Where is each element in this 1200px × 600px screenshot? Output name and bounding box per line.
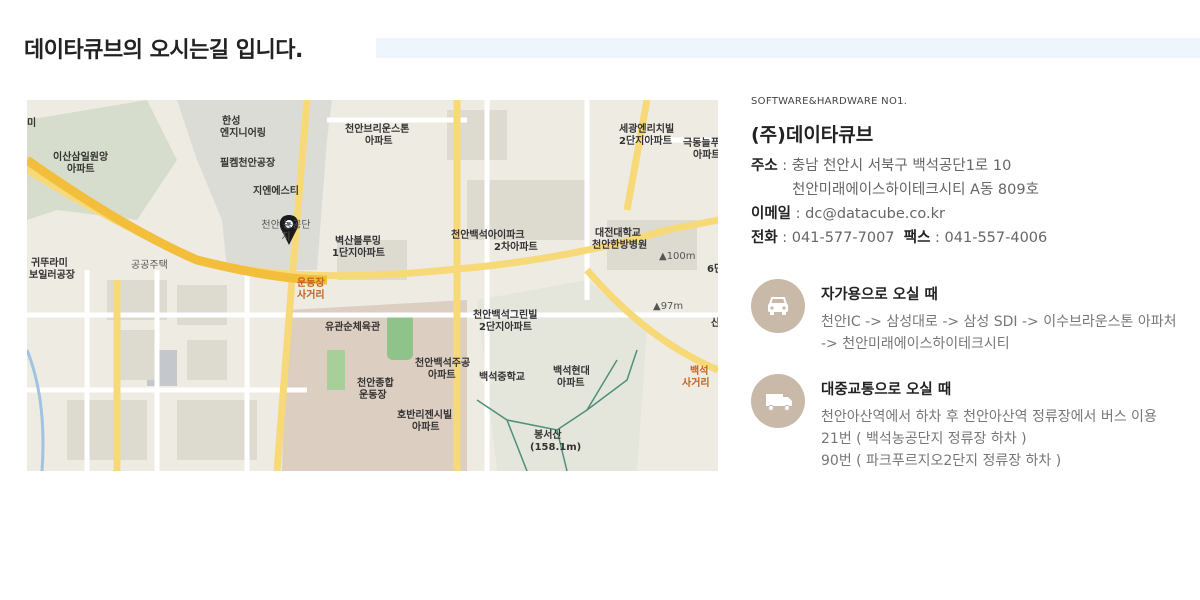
map-graphic xyxy=(27,100,718,471)
map-label: 2차아파트 xyxy=(494,242,538,253)
map-label: 보일러공장 xyxy=(29,270,75,281)
separator: : xyxy=(791,206,806,222)
map-label: 사거리 xyxy=(682,378,710,389)
map-label: 백석 xyxy=(690,366,709,377)
map-label: 2단지아파트 xyxy=(619,136,672,147)
map-label: 아파트 xyxy=(693,150,718,161)
transit-route-line: 21번 ( 백석농공단지 정류장 하차 ) xyxy=(821,431,1027,447)
car-directions-title: 자가용으로 오실 때 xyxy=(821,287,938,303)
fax-number: 041-557-4006 xyxy=(944,230,1048,246)
title-decoration-bar xyxy=(376,38,1200,58)
company-info: SOFTWARE&HARDWARE NO1. (주)데이타큐브 주소 : 충남 … xyxy=(751,96,1191,250)
map-label: 아파트 xyxy=(557,378,585,389)
map-label: 천안백석주공 xyxy=(415,358,471,369)
map-label: 귀뚜라미 xyxy=(31,258,68,269)
email-link[interactable]: dc@datacube.co.kr xyxy=(805,206,945,222)
address-label: 주소 xyxy=(751,158,778,174)
email-label: 이메일 xyxy=(751,206,792,222)
map-label: 극동늘푸른 xyxy=(683,138,718,149)
map-label: 대전대학교 xyxy=(595,228,641,239)
email-row: 이메일 : dc@datacube.co.kr xyxy=(751,202,1191,226)
map-label: 천안 농공단지 xyxy=(261,220,311,243)
map-label: 아파트 xyxy=(428,370,456,381)
map-label: 6단 xyxy=(707,264,718,275)
map-label: (158.1m) xyxy=(530,442,582,453)
transit-route-line: 90번 ( 파크푸르지오2단지 정류장 하차 ) xyxy=(821,453,1062,469)
tagline: SOFTWARE&HARDWARE NO1. xyxy=(751,96,908,107)
map-label: 2단지아파트 xyxy=(479,322,532,333)
separator: : xyxy=(777,158,792,174)
map-label: 봉서산 xyxy=(534,430,562,441)
map-label: 엔지니어링 xyxy=(220,128,266,139)
map-label: ▲97m xyxy=(653,301,684,312)
map-label: 운동장 xyxy=(297,278,325,289)
contact-row: 전화 : 041-577-7007 팩스 : 041-557-4006 xyxy=(751,226,1191,250)
map-label: 벽산블루밍 xyxy=(335,236,381,247)
map-label: 유관순체육관 xyxy=(325,322,381,333)
transit-route-line: 천안아산역에서 하차 후 천안아산역 정류장에서 버스 이용 xyxy=(821,409,1157,425)
bus-icon xyxy=(751,374,805,428)
map-label: 운동장 xyxy=(359,390,387,401)
phone-number: 041-577-7007 xyxy=(791,230,895,246)
separator: : xyxy=(930,230,945,246)
map-label: 천안백석아이파크 xyxy=(451,230,525,241)
phone-label: 전화 xyxy=(751,230,778,246)
map-label: 세광엔리치빌 xyxy=(619,124,675,135)
map-label: 호반리젠시빌 xyxy=(397,410,453,421)
map-label: 아파트 xyxy=(365,136,393,147)
address-line2: 천안미래에이스하이테크시티 A동 809호 xyxy=(792,182,1039,198)
separator: : xyxy=(777,230,792,246)
map-label: 백석현대 xyxy=(553,366,590,377)
map-label: 이산삼일원앙 xyxy=(53,152,109,163)
map-label: 1단지아파트 xyxy=(332,248,385,259)
map-label: 천안브리운스톤 xyxy=(345,124,410,135)
map-label: 필켐천안공장 xyxy=(220,158,276,169)
map-label: 아파트 xyxy=(67,164,95,175)
page-title: 데이타큐브의 오시는길 입니다. xyxy=(24,38,303,63)
map-label: 미 xyxy=(27,118,37,129)
map-label: 백석중학교 xyxy=(479,372,525,383)
map-label: 천안한방병원 xyxy=(592,240,648,251)
car-icon xyxy=(751,279,805,333)
map-label: 천안백석그린빌 xyxy=(473,310,538,321)
map-label: 산 xyxy=(711,318,718,329)
map-label: 공공주택 xyxy=(131,260,168,271)
map-label: 사거리 xyxy=(297,290,325,301)
map-label: 아파트 xyxy=(412,422,440,433)
car-route-line: 천안IC -> 삼성대로 -> 삼성 SDI -> 이수브라운스톤 아파처 xyxy=(821,314,1177,330)
fax-label: 팩스 xyxy=(903,230,931,246)
car-route-line: -> 천안미래에이스하이테크시티 xyxy=(821,336,1010,352)
map-label: 천안종합 xyxy=(357,378,394,389)
location-map[interactable]: 한성 엔지니어링 천안브리운스톤 아파트 세광엔리치빌 2단지아파트 극동늘푸른… xyxy=(27,100,718,471)
transit-directions-title: 대중교통으로 오실 때 xyxy=(821,382,952,398)
company-name: (주)데이타큐브 xyxy=(751,124,874,146)
address-row: 주소 : 충남 천안시 서북구 백석공단1로 10 xyxy=(751,154,1191,178)
map-label: 지엔에스티 xyxy=(253,186,299,197)
map-label: ▲100m xyxy=(659,251,696,262)
map-label: 한성 xyxy=(222,116,241,127)
address-line1: 충남 천안시 서북구 백석공단1로 10 xyxy=(791,158,1012,174)
